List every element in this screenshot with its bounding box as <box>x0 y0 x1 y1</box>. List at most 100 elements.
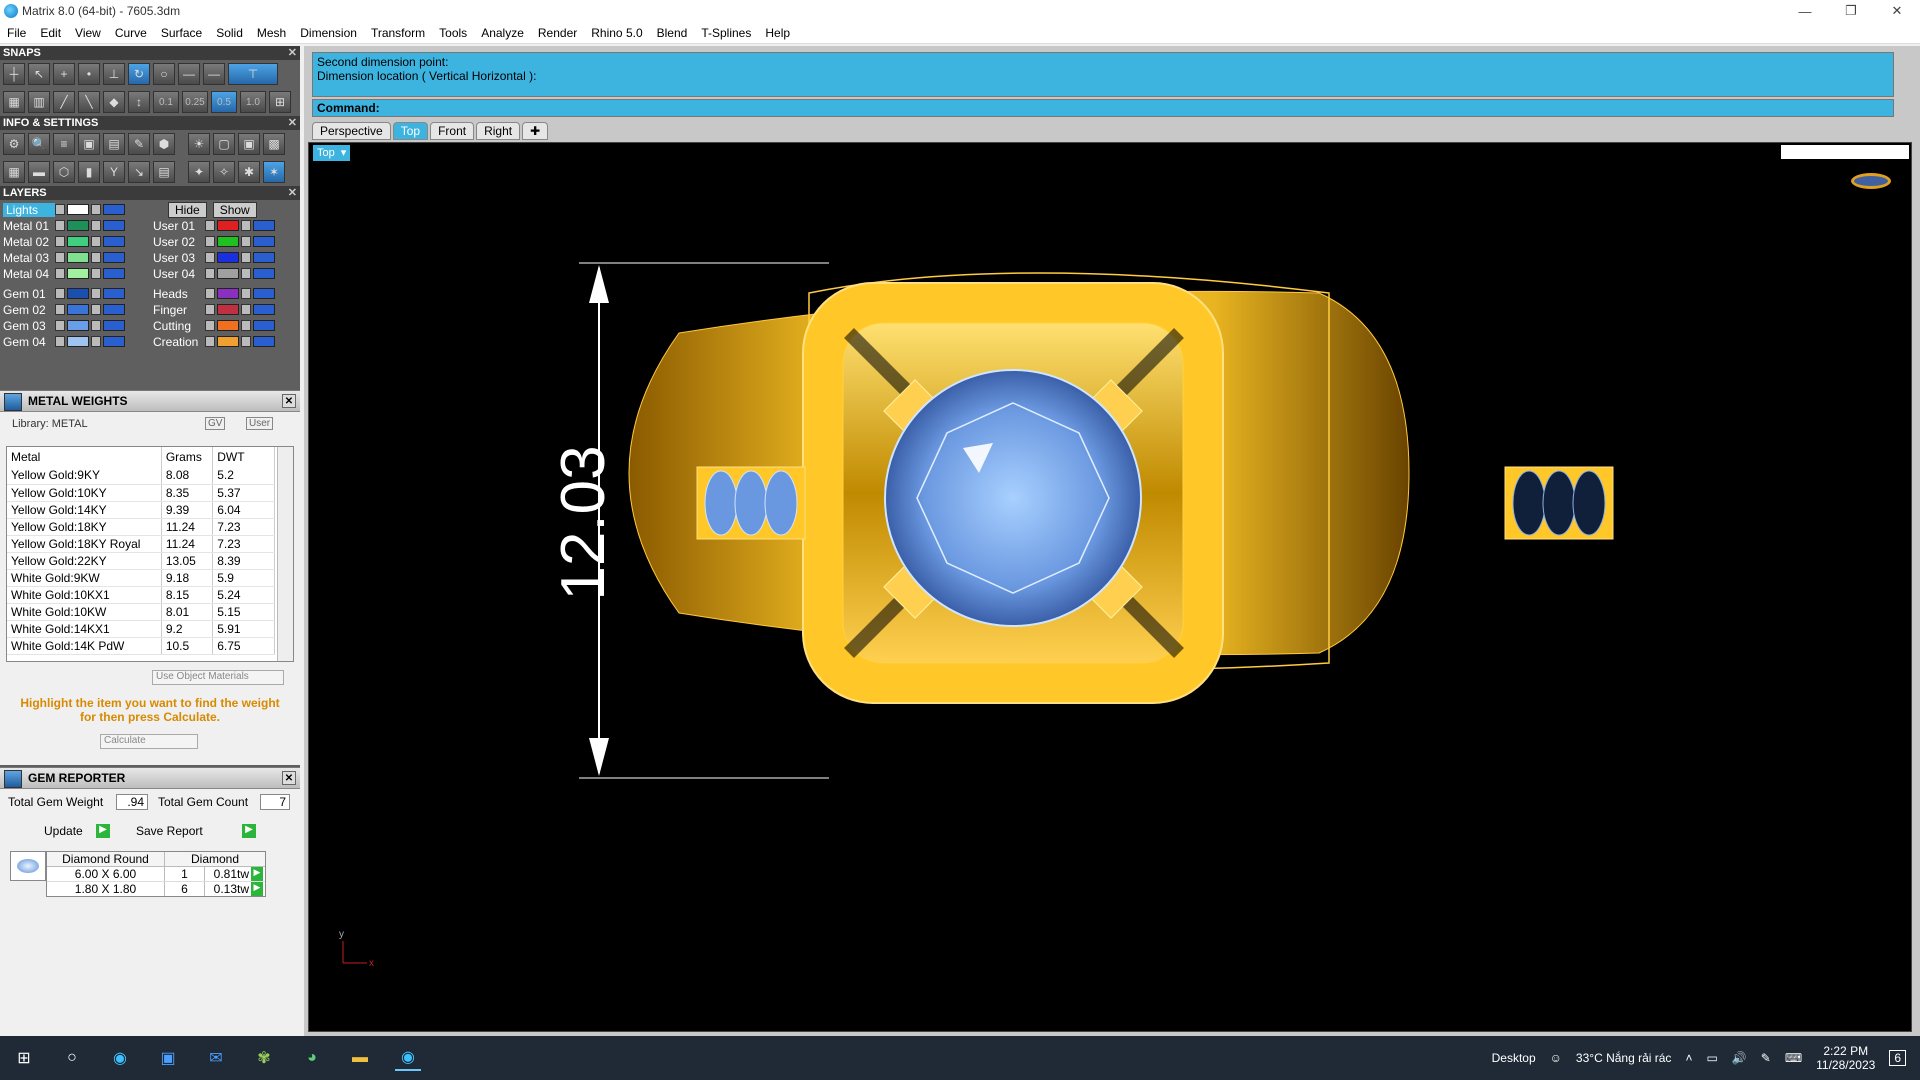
table-row[interactable]: White Gold:14KX1 9.2 5.91 <box>7 620 275 638</box>
menu-surface[interactable]: Surface <box>154 26 209 40</box>
layer-expand[interactable] <box>205 252 215 263</box>
grid-icon[interactable]: ▦ <box>3 91 25 113</box>
layer-gem-02[interactable]: Gem 02 <box>3 303 55 317</box>
material-icon[interactable]: ▩ <box>263 133 285 155</box>
layer-color[interactable] <box>67 336 89 347</box>
layer-visible[interactable] <box>103 236 125 247</box>
gv-button[interactable]: GV <box>205 417 226 430</box>
save-report-button[interactable]: Save Report <box>136 824 203 838</box>
layer-creation[interactable]: Creation <box>153 335 205 349</box>
filter-icon[interactable]: Y <box>103 161 125 183</box>
layer-expand[interactable] <box>55 220 65 231</box>
volume-icon[interactable]: 🔊 <box>1732 1051 1747 1065</box>
calc-icon[interactable]: ▤ <box>103 133 125 155</box>
top-viewport[interactable]: Top ▾ 12.03 y x <box>308 142 1912 1032</box>
layer-expand[interactable] <box>55 320 65 331</box>
table-row[interactable]: White Gold:10KW 8.01 5.15 <box>7 603 275 621</box>
layer-expand[interactable] <box>55 252 65 263</box>
layer-expand[interactable] <box>55 304 65 315</box>
metal-weights-close-icon[interactable]: ✕ <box>282 394 296 408</box>
snap-perp-icon[interactable]: ⊥ <box>103 63 125 85</box>
layer-visible[interactable] <box>253 236 275 247</box>
curve-snap-icon[interactable]: ╲ <box>78 91 100 113</box>
col-grams[interactable]: Grams <box>161 447 214 467</box>
layer-color[interactable] <box>217 236 239 247</box>
layer-color[interactable] <box>217 320 239 331</box>
pencil-icon[interactable]: ✎ <box>128 133 150 155</box>
snap-mid-icon[interactable]: • <box>78 63 100 85</box>
layer-color[interactable] <box>217 220 239 231</box>
user-button[interactable]: User <box>246 417 274 430</box>
layer-lock[interactable] <box>91 320 101 331</box>
metal-table-scrollbar[interactable] <box>277 447 293 661</box>
nudge-01[interactable]: 0.1 <box>153 91 179 113</box>
nudge-025[interactable]: 0.25 <box>182 91 208 113</box>
table-row[interactable]: Yellow Gold:10KY 8.35 5.37 <box>7 484 275 502</box>
app-icon-1[interactable]: ✾ <box>251 1045 277 1071</box>
layer-lock[interactable] <box>241 236 251 247</box>
layer-lock[interactable] <box>241 288 251 299</box>
menu-edit[interactable]: Edit <box>33 26 68 40</box>
layer-color[interactable] <box>217 336 239 347</box>
layer-lock[interactable] <box>241 304 251 315</box>
layer-user-04[interactable]: User 04 <box>153 267 205 281</box>
layer-expand[interactable] <box>205 268 215 279</box>
layer-gem-01[interactable]: Gem 01 <box>3 287 55 301</box>
layer-visible[interactable] <box>253 320 275 331</box>
layer-color[interactable] <box>67 320 89 331</box>
magic-icon[interactable]: ✶ <box>263 161 285 183</box>
update-arrow-icon[interactable]: ▶ <box>96 824 110 838</box>
layer-user-01[interactable]: User 01 <box>153 219 205 233</box>
menu-help[interactable]: Help <box>758 26 797 40</box>
table-row[interactable]: Yellow Gold:18KY 11.24 7.23 <box>7 518 275 536</box>
layer-lock[interactable] <box>241 320 251 331</box>
update-button[interactable]: Update <box>44 824 83 838</box>
layer-color[interactable] <box>217 268 239 279</box>
edge-icon[interactable]: ◉ <box>107 1045 133 1071</box>
layer-expand[interactable] <box>55 288 65 299</box>
menu-analyze[interactable]: Analyze <box>474 26 531 40</box>
layer-lock[interactable] <box>91 304 101 315</box>
menu-view[interactable]: View <box>68 26 108 40</box>
notification-icon[interactable]: 6 <box>1889 1050 1906 1066</box>
menu-transform[interactable]: Transform <box>364 26 432 40</box>
layer-lock[interactable] <box>241 252 251 263</box>
layer-visible[interactable] <box>103 252 125 263</box>
layer-lock[interactable] <box>91 268 101 279</box>
chevron-up-icon[interactable]: ˄ <box>1685 1051 1692 1065</box>
layer-lock[interactable] <box>91 236 101 247</box>
snap-point-icon[interactable]: + <box>53 63 75 85</box>
use-object-materials-button[interactable]: Use Object Materials <box>152 670 284 685</box>
layer-lights-visible[interactable] <box>103 204 125 215</box>
table-row[interactable]: Yellow Gold:14KY 9.39 6.04 <box>7 501 275 519</box>
doc-icon[interactable]: ▤ <box>153 161 175 183</box>
snaps-close-icon[interactable]: ✕ <box>288 46 297 60</box>
maximize-button[interactable]: ❐ <box>1828 0 1874 22</box>
weather-widget[interactable]: 33°C Nắng rải rác <box>1576 1051 1672 1065</box>
gem-tool-icon[interactable]: ✦ <box>188 161 210 183</box>
layer-lock[interactable] <box>241 220 251 231</box>
layer-visible[interactable] <box>253 220 275 231</box>
layer-visible[interactable] <box>103 268 125 279</box>
layer-lights-expand[interactable] <box>55 204 65 215</box>
layer-expand[interactable] <box>205 320 215 331</box>
add-tab-icon[interactable]: ✚ <box>522 122 549 140</box>
command-input[interactable]: Command: <box>312 99 1894 117</box>
pen-icon[interactable]: ✎ <box>1761 1051 1771 1065</box>
gem-row-arrow-icon[interactable]: ▶ <box>251 867 263 881</box>
tab-right[interactable]: Right <box>476 122 521 140</box>
gem-row[interactable]: 6.00 X 6.00 1 0.81tw ▶ <box>47 867 265 882</box>
hide-button[interactable]: Hide <box>168 201 207 218</box>
layer-lock[interactable] <box>91 252 101 263</box>
snap-near-icon[interactable]: ↖ <box>28 63 50 85</box>
nudge-10[interactable]: 1.0 <box>240 91 266 113</box>
nudge-05[interactable]: 0.5 <box>211 91 237 113</box>
table-row[interactable]: White Gold:14K PdW 10.5 6.75 <box>7 637 275 655</box>
layer-metal-04[interactable]: Metal 04 <box>3 267 55 281</box>
layer-user-02[interactable]: User 02 <box>153 235 205 249</box>
layer-expand[interactable] <box>205 336 215 347</box>
layer-expand[interactable] <box>205 220 215 231</box>
menu-solid[interactable]: Solid <box>209 26 250 40</box>
tab-perspective[interactable]: Perspective <box>312 122 391 140</box>
start-icon[interactable]: ⊞ <box>11 1045 37 1071</box>
